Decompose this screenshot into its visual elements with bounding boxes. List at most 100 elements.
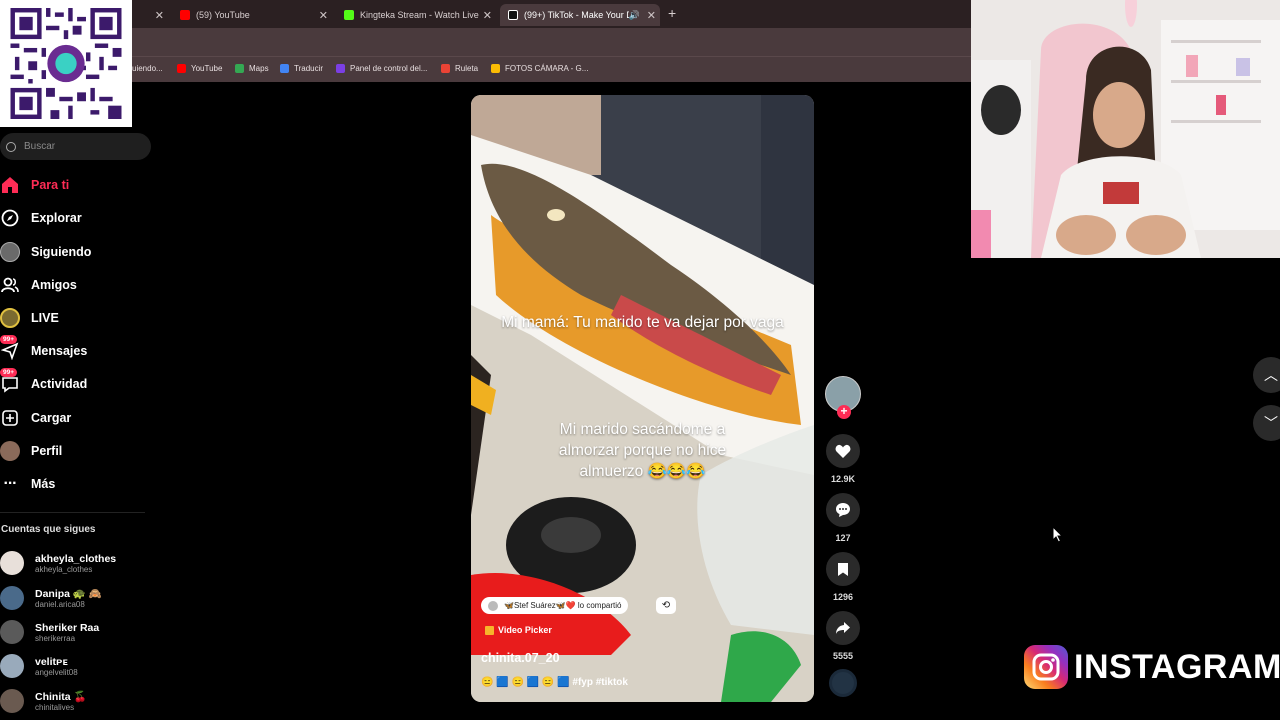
instagram-icon xyxy=(1024,645,1068,689)
following-account[interactable]: velitᴘᴇ angelvelit08 xyxy=(0,652,78,680)
chevron-up-icon: ︿ xyxy=(1264,367,1278,383)
following-account[interactable]: akheyla_clothes akheyla_clothes xyxy=(0,549,116,577)
follow-plus-icon[interactable]: + xyxy=(837,405,851,419)
messages-icon: 99+ xyxy=(0,335,20,361)
bookmark-youtube[interactable]: YouTube xyxy=(177,64,222,73)
screen: ✕ (59) YouTube ✕ Kingteka Stream - Watch… xyxy=(0,0,1280,720)
avatar xyxy=(0,689,24,713)
tab-tiktok[interactable]: (99+) TikTok - Make Your D 🔊 ✕ xyxy=(500,4,660,26)
bookmark-translate[interactable]: Traducir xyxy=(280,64,323,73)
share-count: 5555 xyxy=(832,651,854,661)
like-action[interactable]: 12.9K xyxy=(826,434,860,484)
qr-code-icon xyxy=(10,8,122,119)
heart-icon[interactable] xyxy=(826,434,860,468)
video-player[interactable]: Mi mamá: Tu marido te va dejar por vaga … xyxy=(471,95,814,702)
creator-avatar[interactable]: + xyxy=(825,376,861,419)
tab-youtube[interactable]: (59) YouTube ✕ xyxy=(172,4,332,26)
avatar xyxy=(0,551,24,575)
ruleta-icon xyxy=(441,64,450,73)
bookmark-icon[interactable] xyxy=(826,552,860,586)
comment-action[interactable]: 127 xyxy=(826,493,860,543)
profile-avatar-icon xyxy=(0,441,20,461)
speaker-icon[interactable]: 🔊 xyxy=(629,10,640,21)
compass-icon xyxy=(0,208,20,228)
nav-perfil[interactable]: Perfil xyxy=(0,440,62,462)
close-tab-icon[interactable]: ✕ xyxy=(647,9,656,22)
bookmark-maps[interactable]: Maps xyxy=(235,64,269,73)
share-action[interactable]: 5555 xyxy=(826,611,860,661)
caption-top: Mi mamá: Tu marido te va dejar por vaga xyxy=(501,314,784,331)
following-account[interactable]: Sheriker Raa sherikerraa xyxy=(0,618,99,646)
following-avatar-icon xyxy=(0,242,20,262)
shared-by-pill[interactable]: 🦋Stef Suárez🦋❤️ lo compartió xyxy=(481,597,629,614)
video-picker-tag[interactable]: Video Picker xyxy=(485,625,552,635)
webcam-overlay xyxy=(971,0,1280,258)
close-tab-icon[interactable]: ✕ xyxy=(319,9,328,22)
caption-bottom: Mi marido sacándome a almorzar porque no… xyxy=(558,421,727,480)
comment-icon[interactable] xyxy=(826,493,860,527)
tab-title: Kingteka Stream - Watch Live o xyxy=(360,10,480,20)
tab-kick[interactable]: Kingteka Stream - Watch Live o ✕ xyxy=(336,4,496,26)
home-icon xyxy=(0,175,20,195)
avatar xyxy=(0,586,24,610)
more-icon: ··· xyxy=(3,475,18,492)
browser-tab-bar: ✕ (59) YouTube ✕ Kingteka Stream - Watch… xyxy=(0,0,971,28)
bookmark-item[interactable]: uiendo... xyxy=(132,64,163,73)
activity-badge: 99+ xyxy=(0,368,18,377)
repost-icon[interactable]: ⟲ xyxy=(656,597,676,614)
instagram-label: INSTAGRAM xyxy=(1074,647,1280,686)
nav-actividad[interactable]: 99+ Actividad xyxy=(0,368,87,395)
webcam-feed xyxy=(971,0,1280,258)
bookmarks-bar: uiendo... YouTube Maps Traducir Panel de… xyxy=(0,56,971,82)
avatar xyxy=(0,654,24,678)
search-input[interactable]: Buscar xyxy=(0,133,151,160)
save-action[interactable]: 1296 xyxy=(826,552,860,602)
nav-mas[interactable]: ··· Más xyxy=(0,473,56,495)
close-tab-icon[interactable]: ✕ xyxy=(483,9,492,22)
nav-explorar[interactable]: Explorar xyxy=(0,207,82,229)
nav-para-ti[interactable]: Para ti xyxy=(0,174,69,196)
nav-amigos[interactable]: Amigos xyxy=(0,274,77,296)
avatar xyxy=(0,620,24,644)
tab-partial[interactable]: ✕ xyxy=(140,4,168,26)
bookmark-fotos[interactable]: FOTOS CÁMARA - G... xyxy=(491,64,588,73)
nav-siguiendo[interactable]: Siguiendo xyxy=(0,241,91,263)
following-account[interactable]: Chinita 🍒 chinitalives xyxy=(0,687,87,715)
tiktok-icon xyxy=(508,10,518,20)
save-count: 1296 xyxy=(832,592,854,602)
nav-cargar[interactable]: Cargar xyxy=(0,407,71,429)
sharer-avatar xyxy=(488,600,498,611)
like-count: 12.9K xyxy=(830,474,856,484)
upload-icon xyxy=(0,408,20,428)
youtube-icon xyxy=(180,10,190,20)
video-picker-icon xyxy=(485,625,494,635)
close-tab-icon[interactable]: ✕ xyxy=(155,9,164,22)
next-video-button[interactable]: ﹀ xyxy=(1253,405,1280,441)
previous-video-button[interactable]: ︿ xyxy=(1253,357,1280,393)
music-disc-icon[interactable] xyxy=(829,669,857,697)
bookmark-ruleta[interactable]: Ruleta xyxy=(441,64,478,73)
share-icon[interactable] xyxy=(826,611,860,645)
yape-qr-code xyxy=(0,0,132,127)
activity-icon: 99+ xyxy=(0,368,20,394)
youtube-icon xyxy=(177,64,186,73)
video-author[interactable]: chinita.07_20 xyxy=(481,651,560,665)
chevron-down-icon: ﹀ xyxy=(1264,415,1278,431)
tab-title: (99+) TikTok - Make Your D xyxy=(524,10,629,20)
new-tab-icon[interactable]: + xyxy=(668,5,676,21)
search-placeholder: Buscar xyxy=(24,141,56,152)
bookmark-panel[interactable]: Panel de control del... xyxy=(336,64,427,73)
drive-icon xyxy=(491,64,500,73)
mouse-cursor-icon xyxy=(1052,526,1064,543)
maps-icon xyxy=(235,64,244,73)
following-account[interactable]: Danipa 🐢 🙈 daniel.arica08 xyxy=(0,584,102,612)
search-icon xyxy=(6,141,16,152)
tab-title: (59) YouTube xyxy=(196,10,250,20)
address-bar[interactable] xyxy=(0,28,971,56)
nav-live[interactable]: LIVE xyxy=(0,307,59,329)
translate-icon xyxy=(280,64,289,73)
friends-icon xyxy=(0,275,20,295)
nav-mensajes[interactable]: 99+ Mensajes xyxy=(0,335,87,362)
live-icon xyxy=(0,308,20,328)
sidebar-divider xyxy=(0,512,145,513)
